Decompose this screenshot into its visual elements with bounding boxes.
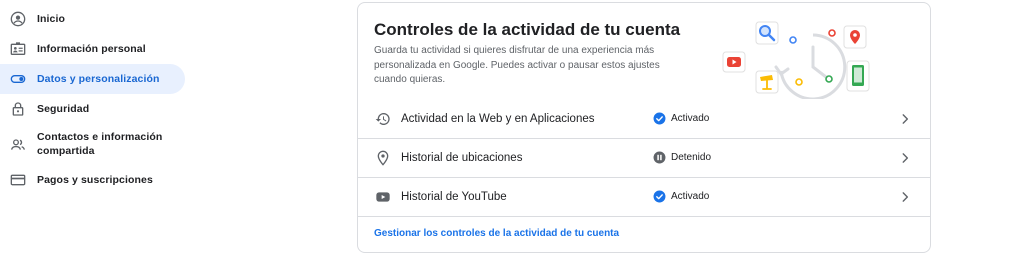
status-label: Activado [671, 113, 710, 124]
activity-illustration [718, 19, 898, 101]
sidebar-item-label: Pagos y suscripciones [37, 174, 153, 186]
activity-controls-card: Controles de la actividad de tu cuenta G… [357, 2, 931, 253]
sidebar-item-pagos[interactable]: Pagos y suscripciones [0, 167, 185, 193]
chevron-right-icon [898, 151, 912, 165]
activity-row-youtube-history[interactable]: Historial de YouTube Activado [358, 178, 930, 216]
check-circle-icon [653, 112, 666, 125]
youtube-icon [375, 189, 391, 205]
activity-row-label: Historial de YouTube [401, 191, 507, 203]
credit-card-icon [10, 172, 26, 188]
history-icon [375, 111, 391, 127]
sidebar-item-label: Datos y personalización [37, 73, 160, 85]
pause-circle-icon [653, 151, 666, 164]
chevron-right-icon [898, 190, 912, 204]
card-description: Guarda tu actividad si quieres disfrutar… [374, 45, 660, 85]
activity-row-web-apps[interactable]: Actividad en la Web y en Aplicaciones Ac… [358, 100, 930, 138]
sidebar-item-label: Contactos e información compartida [37, 131, 163, 157]
activity-row-label: Historial de ubicaciones [401, 152, 523, 164]
toggle-icon [10, 71, 26, 87]
lock-icon [10, 101, 26, 117]
status-label: Activado [671, 191, 710, 202]
sidebar-item-contactos[interactable]: Contactos e información compartida [0, 126, 185, 162]
manage-activity-controls-link[interactable]: Gestionar los controles de la actividad … [374, 227, 619, 241]
status-label: Detenido [671, 152, 712, 163]
activity-row-label: Actividad en la Web y en Aplicaciones [401, 113, 595, 125]
sidebar-item-informacion-personal[interactable]: Información personal [0, 35, 185, 63]
location-pin-icon [375, 150, 391, 166]
check-circle-icon [653, 190, 666, 203]
sidebar-item-label: Seguridad [37, 103, 90, 115]
row-divider [358, 216, 930, 217]
sidebar-item-label: Información personal [37, 43, 146, 55]
card-title: Controles de la actividad de tu cuenta [374, 20, 681, 39]
chevron-right-icon [898, 112, 912, 126]
sidebar-item-label: Inicio [37, 13, 66, 25]
people-icon [10, 137, 26, 153]
sidebar-item-seguridad[interactable]: Seguridad [0, 96, 185, 122]
sidebar-item-datos-personalizacion[interactable]: Datos y personalización [0, 64, 185, 94]
sidebar-item-inicio[interactable]: Inicio [0, 6, 185, 32]
id-card-icon [10, 41, 26, 57]
sidebar-nav: Inicio Información personal Datos y pers… [0, 0, 186, 260]
account-circle-icon [10, 11, 26, 27]
activity-row-location-history[interactable]: Historial de ubicaciones Detenido [358, 139, 930, 177]
